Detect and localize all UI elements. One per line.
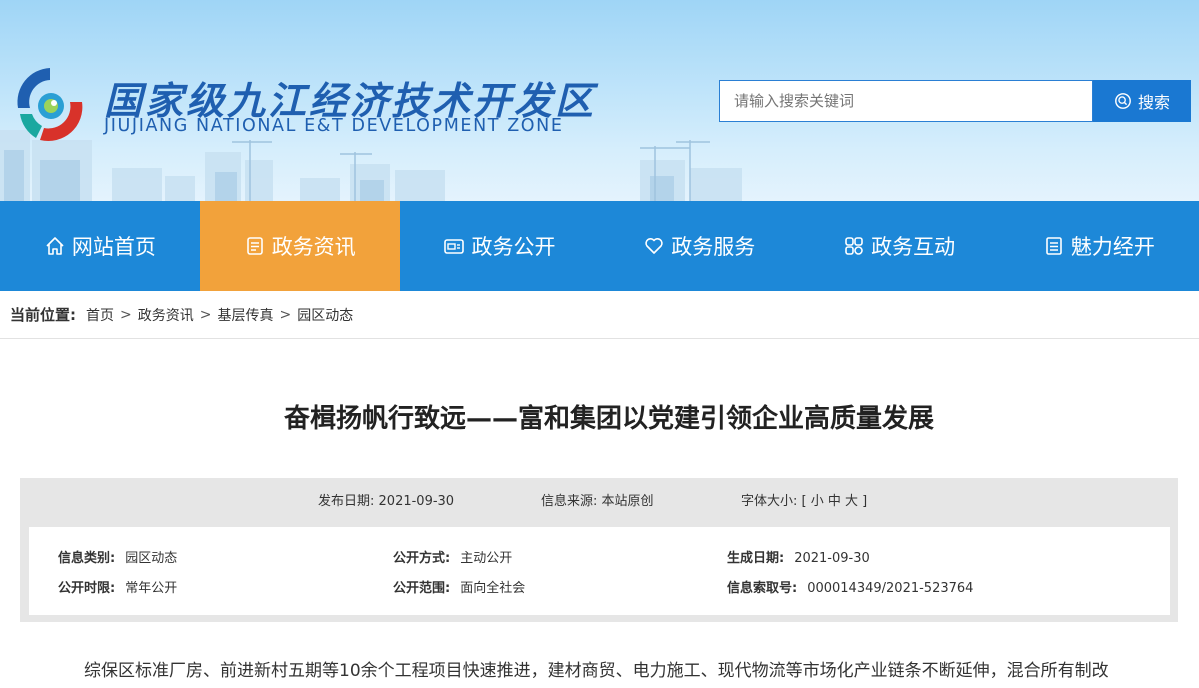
breadcrumb-link-park-news[interactable]: 园区动态 xyxy=(297,305,353,325)
info-category-value: 园区动态 xyxy=(125,551,178,566)
zone-name-en: JIUJIANG NATIONAL E&T DEVELOPMENT ZONE xyxy=(104,116,564,136)
breadcrumb-link-home[interactable]: 首页 xyxy=(86,305,114,325)
nav-item-home[interactable]: 网站首页 xyxy=(0,201,200,291)
info-open-mode-label: 公开方式: xyxy=(393,551,451,566)
info-open-period-value: 常年公开 xyxy=(125,581,178,596)
breadcrumb-separator: > xyxy=(199,306,212,323)
main-nav: 网站首页 政务资讯 政务公开 政务服务 政务互动 魅力经开 xyxy=(0,201,1199,291)
font-size-control: 字体大小: [ 小 中 大 ] xyxy=(741,490,867,509)
search-input[interactable] xyxy=(719,80,1093,122)
search-button[interactable]: 搜索 xyxy=(1093,80,1191,122)
font-size-label: 字体大小: xyxy=(741,493,798,509)
info-category-label: 信息类别: xyxy=(58,551,116,566)
nav-item-public[interactable]: 政务公开 xyxy=(400,201,600,291)
breadcrumb-link-grassroots[interactable]: 基层传真 xyxy=(217,305,273,325)
nav-item-label: 政务资讯 xyxy=(271,235,356,259)
zone-logo-icon xyxy=(17,68,83,142)
nav-item-news[interactable]: 政务资讯 xyxy=(199,201,400,291)
publish-date-value: 2021-09-30 xyxy=(378,493,455,509)
home-icon xyxy=(46,237,64,255)
interact-icon xyxy=(845,237,863,255)
publish-date-label: 发布日期: xyxy=(318,493,375,509)
info-gen-date-label: 生成日期: xyxy=(727,551,785,566)
document-icon xyxy=(246,237,263,255)
info-open-period: 公开时限: 常年公开 xyxy=(58,577,177,596)
info-index-number: 信息索取号: 000014349/2021-523764 xyxy=(727,577,973,596)
breadcrumb-label: 当前位置: xyxy=(10,306,76,324)
nav-item-label: 网站首页 xyxy=(71,235,156,259)
folder-icon xyxy=(444,239,465,254)
info-source-label: 信息来源: xyxy=(541,493,598,509)
info-gen-date: 生成日期: 2021-09-30 xyxy=(727,547,870,566)
breadcrumb-separator: > xyxy=(279,306,292,323)
nav-item-label: 政务公开 xyxy=(471,235,556,259)
info-open-scope-value: 面向全社会 xyxy=(460,581,526,596)
info-table: 信息类别: 园区动态 公开方式: 主动公开 生成日期: 2021-09-30 公开时限… xyxy=(29,527,1170,615)
breadcrumb-link-news[interactable]: 政务资讯 xyxy=(138,305,194,325)
nav-item-label: 政务服务 xyxy=(671,235,756,259)
breadcrumb-separator: > xyxy=(120,306,132,323)
info-index-label: 信息索取号: xyxy=(727,581,798,596)
nav-item-charm[interactable]: 魅力经开 xyxy=(999,201,1199,291)
search-button-label: 搜索 xyxy=(1137,93,1170,112)
article-title: 奋楫扬帆行致远——富和集团以党建引领企业高质量发展 xyxy=(283,404,934,434)
heart-icon xyxy=(645,238,663,254)
list-icon xyxy=(1046,237,1062,255)
publish-date: 发布日期: 2021-09-30 xyxy=(318,490,454,509)
info-open-period-label: 公开时限: xyxy=(58,581,116,596)
info-index-value: 000014349/2021-523764 xyxy=(807,581,974,596)
article-body-paragraph: 综保区标准厂房、前进新村五期等10余个工程项目快速推进，建材商贸、电力施工、现代… xyxy=(84,661,1109,681)
nav-item-interaction[interactable]: 政务互动 xyxy=(799,201,999,291)
info-category: 信息类别: 园区动态 xyxy=(58,547,177,566)
info-open-scope: 公开范围: 面向全社会 xyxy=(393,577,525,596)
info-source: 信息来源: 本站原创 xyxy=(541,490,654,509)
search-icon xyxy=(1115,93,1131,109)
nav-item-service[interactable]: 政务服务 xyxy=(599,201,799,291)
info-open-mode: 公开方式: 主动公开 xyxy=(393,547,512,566)
header-banner: 国家级九江经济技术开发区 JIUJIANG NATIONAL E&T DEVEL… xyxy=(0,0,1199,201)
info-gen-date-value: 2021-09-30 xyxy=(794,551,870,566)
nav-item-label: 政务互动 xyxy=(871,235,956,259)
article-meta-bar: 发布日期: 2021-09-30 信息来源: 本站原创 字体大小: [ 小 中 … xyxy=(20,478,1178,520)
nav-item-label: 魅力经开 xyxy=(1070,235,1155,259)
info-open-scope-label: 公开范围: xyxy=(393,581,451,596)
info-open-mode-value: 主动公开 xyxy=(460,551,513,566)
font-size-options[interactable]: [ 小 中 大 ] xyxy=(802,494,868,509)
info-table-wrapper: 信息类别: 园区动态 公开方式: 主动公开 生成日期: 2021-09-30 公开时限… xyxy=(20,520,1178,622)
info-source-value: 本站原创 xyxy=(601,493,654,509)
breadcrumb: 当前位置: 首页 > 政务资讯 > 基层传真 > 园区动态 xyxy=(0,291,1199,339)
